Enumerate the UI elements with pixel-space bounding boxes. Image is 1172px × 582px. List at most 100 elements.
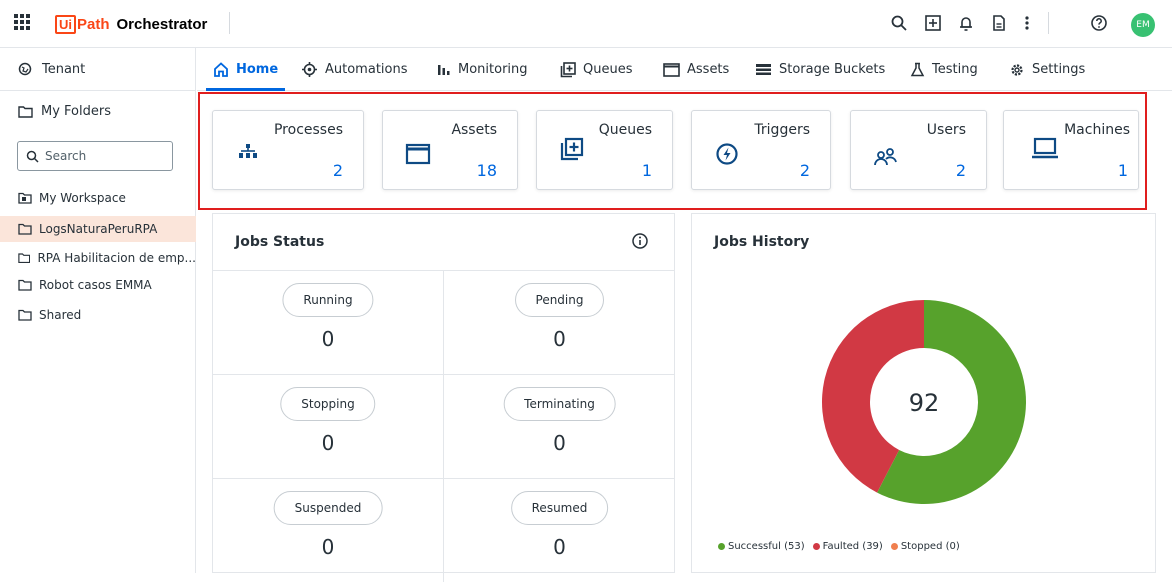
tenant-selector[interactable]: Tenant [0,48,196,91]
status-pill: Running [282,283,374,317]
tab-automations[interactable]: Automations [301,48,408,91]
card-processes[interactable]: Processes 2 [212,110,364,190]
product-name: Orchestrator [116,15,208,33]
uipath-logo[interactable]: Ui Path Orchestrator [55,13,207,35]
tab-label: Settings [1032,62,1086,77]
job-status-stopping[interactable]: Stopping 0 [213,374,444,478]
tenant-label: Tenant [42,61,86,77]
folder-icon [18,279,32,291]
tab-assets[interactable]: Assets [663,48,729,91]
tab-monitoring[interactable]: Monitoring [437,48,528,91]
sitemap-icon [239,144,257,158]
card-value: 1 [641,161,652,180]
status-pill: Pending [514,283,605,317]
tab-label: Testing [932,62,978,77]
jobs-status-panel: Jobs Status Running 0 Pending 0 Stopping… [212,213,675,582]
my-folders-label: My Folders [41,104,111,119]
jobs-history-panel: Jobs History 92 [691,213,1156,573]
lightning-icon [716,143,738,165]
top-bar: Ui Path Orchestrator EM [0,0,1172,48]
my-folders-header[interactable]: My Folders [18,104,111,119]
card-value: 1 [1117,161,1128,180]
job-status-suspended[interactable]: Suspended 0 [213,478,444,582]
document-icon[interactable] [988,12,1010,34]
tab-label: Home [236,62,279,77]
info-icon[interactable] [631,232,649,250]
search-placeholder: Search [45,149,87,163]
job-status-resumed[interactable]: Resumed 0 [444,478,675,582]
queue-add-icon [560,137,584,161]
globe-icon [18,62,32,76]
card-triggers[interactable]: Triggers 2 [691,110,831,190]
job-status-running[interactable]: Running 0 [213,270,444,374]
folder-label: Robot casos EMMA [39,278,152,292]
card-assets[interactable]: Assets 18 [382,110,518,190]
help-icon[interactable] [1088,12,1110,34]
flask-icon [910,62,925,77]
sidebar: Tenant My Folders Search My Workspace Lo… [0,48,196,573]
tab-label: Automations [325,62,408,77]
tab-storage-buckets[interactable]: Storage Buckets [755,48,885,91]
tab-settings[interactable]: Settings [1009,48,1085,91]
divider [1048,12,1049,34]
logo-path: Path [77,15,110,33]
apps-grid-icon[interactable] [14,14,30,30]
folder-item[interactable]: My Workspace [0,185,196,211]
tab-home[interactable]: Home [205,48,286,91]
card-queues[interactable]: Queues 1 [536,110,673,190]
status-count: 0 [321,327,335,351]
users-icon [874,148,897,166]
folder-item[interactable]: Robot casos EMMA [0,272,196,298]
card-label: Machines [1064,122,1130,138]
window-icon [663,62,680,77]
status-count: 0 [553,327,566,351]
tab-label: Storage Buckets [779,62,886,77]
legend-item-faulted[interactable]: Faulted (39) [812,541,883,552]
search-icon[interactable] [888,12,910,34]
tab-label: Queues [583,62,633,77]
more-vert-icon[interactable] [1016,12,1038,34]
status-count: 0 [321,431,335,455]
chart-legend: Successful (53) Faulted (39) Stopped (0) [718,541,960,552]
tab-queues[interactable]: Queues [560,48,632,91]
folder-item[interactable]: RPA Habilitacion de emp... [0,245,196,271]
card-value: 2 [332,161,343,180]
card-value: 2 [955,161,966,180]
panel-title: Jobs History [714,234,810,250]
bell-icon[interactable] [955,12,977,34]
jobs-history-donut-chart: 92 [822,300,1026,504]
home-icon [214,62,228,77]
queue-add-icon [560,61,576,77]
search-input[interactable]: Search [17,141,173,171]
avatar[interactable]: EM [1131,13,1155,37]
workspace-folder-icon [18,192,32,204]
card-machines[interactable]: Machines 1 [1003,110,1139,190]
folder-label: My Workspace [39,191,126,205]
tab-testing[interactable]: Testing [910,48,978,91]
folder-item[interactable]: Shared [0,302,196,328]
status-pill: Stopping [280,387,376,421]
folder-label: Shared [39,308,82,322]
status-pill: Resumed [510,491,609,525]
search-icon [26,150,39,163]
panel-title: Jobs Status [235,234,325,250]
folder-item-active[interactable]: LogsNaturaPeruRPA [0,216,196,242]
laptop-icon [1032,137,1058,159]
gear-automation-icon [302,62,317,77]
card-users[interactable]: Users 2 [850,110,987,190]
card-value: 2 [799,161,810,180]
legend-item-stopped[interactable]: Stopped (0) [890,541,960,552]
add-box-icon[interactable] [922,12,944,34]
card-label: Assets [451,122,497,138]
storage-icon [756,64,771,75]
folder-icon [18,253,31,264]
legend-item-successful[interactable]: Successful (53) [718,541,805,552]
job-status-terminating[interactable]: Terminating 0 [444,374,675,478]
card-label: Users [926,122,966,138]
status-count: 0 [553,535,566,559]
job-status-pending[interactable]: Pending 0 [444,270,675,374]
logo-ui: Ui [55,14,76,34]
folder-icon [18,106,33,118]
gear-icon [1011,63,1023,76]
folder-icon [18,223,32,235]
